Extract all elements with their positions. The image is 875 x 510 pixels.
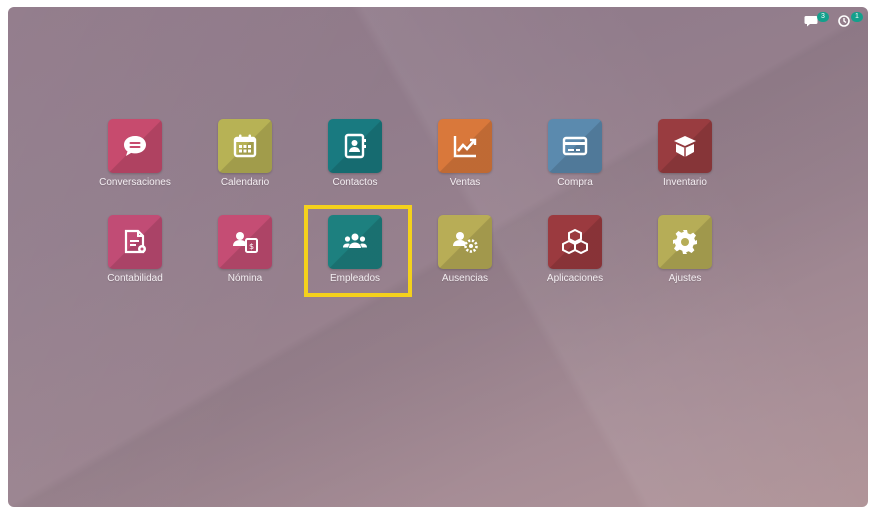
app-tile: $ (218, 215, 272, 269)
app-tile (438, 215, 492, 269)
cubes-icon (562, 228, 588, 255)
app-tile (658, 119, 712, 173)
app-label: Empleados (329, 273, 381, 284)
app-tile (328, 119, 382, 173)
app-nomina[interactable]: $ Nómina (190, 215, 300, 284)
app-label: Nómina (227, 273, 263, 284)
app-label: Inventario (663, 177, 707, 188)
chat-bubble-icon (804, 16, 818, 27)
calendar-icon (233, 134, 257, 158)
app-label: Aplicaciones (546, 273, 604, 284)
app-tile (438, 119, 492, 173)
app-label: Ausencias (441, 273, 489, 284)
app-label: Calendario (220, 177, 270, 188)
payroll-icon: $ (233, 232, 258, 253)
clock-icon (838, 15, 850, 27)
svg-text:$: $ (249, 242, 254, 251)
app-label: Ventas (449, 177, 481, 188)
app-label: Contactos (332, 177, 378, 188)
activity-menu[interactable]: 1 (838, 12, 863, 28)
app-tile (548, 215, 602, 269)
app-conversaciones[interactable]: Conversaciones (80, 119, 190, 188)
gear-icon (673, 230, 697, 254)
address-book-icon (344, 133, 366, 159)
app-ventas[interactable]: Ventas (410, 119, 520, 188)
app-contactos[interactable]: Contactos (300, 119, 410, 188)
app-tile (658, 215, 712, 269)
home-screen: 3 1 Conversaciones Calendario Contactos … (8, 7, 868, 507)
app-aplicaciones[interactable]: Aplicaciones (520, 215, 630, 284)
employees-icon (343, 233, 367, 248)
app-ausencias[interactable]: Ausencias (410, 215, 520, 284)
app-tile (108, 119, 162, 173)
app-tile (108, 215, 162, 269)
systray: 3 1 (804, 12, 863, 28)
app-calendario[interactable]: Calendario (190, 119, 300, 188)
app-tile (328, 215, 382, 269)
chat-icon (124, 136, 146, 156)
app-ajustes[interactable]: Ajustes (630, 215, 740, 284)
app-compra[interactable]: Compra (520, 119, 630, 188)
invoice-icon (124, 229, 146, 254)
sales-chart-icon (453, 136, 477, 158)
app-tile (548, 119, 602, 173)
messages-menu[interactable]: 3 (804, 12, 829, 28)
app-label: Contabilidad (107, 273, 163, 284)
app-contabilidad[interactable]: Contabilidad (80, 215, 190, 284)
app-empleados[interactable]: Empleados (300, 215, 410, 284)
activity-badge: 1 (851, 12, 863, 22)
app-label: Conversaciones (99, 177, 171, 188)
app-label: Compra (557, 177, 593, 188)
credit-card-icon (562, 136, 588, 156)
messages-badge: 3 (817, 12, 829, 22)
time-off-icon (453, 232, 478, 253)
app-inventario[interactable]: Inventario (630, 119, 740, 188)
app-label: Ajustes (668, 273, 702, 284)
app-tile (218, 119, 272, 173)
box-icon (674, 136, 696, 157)
